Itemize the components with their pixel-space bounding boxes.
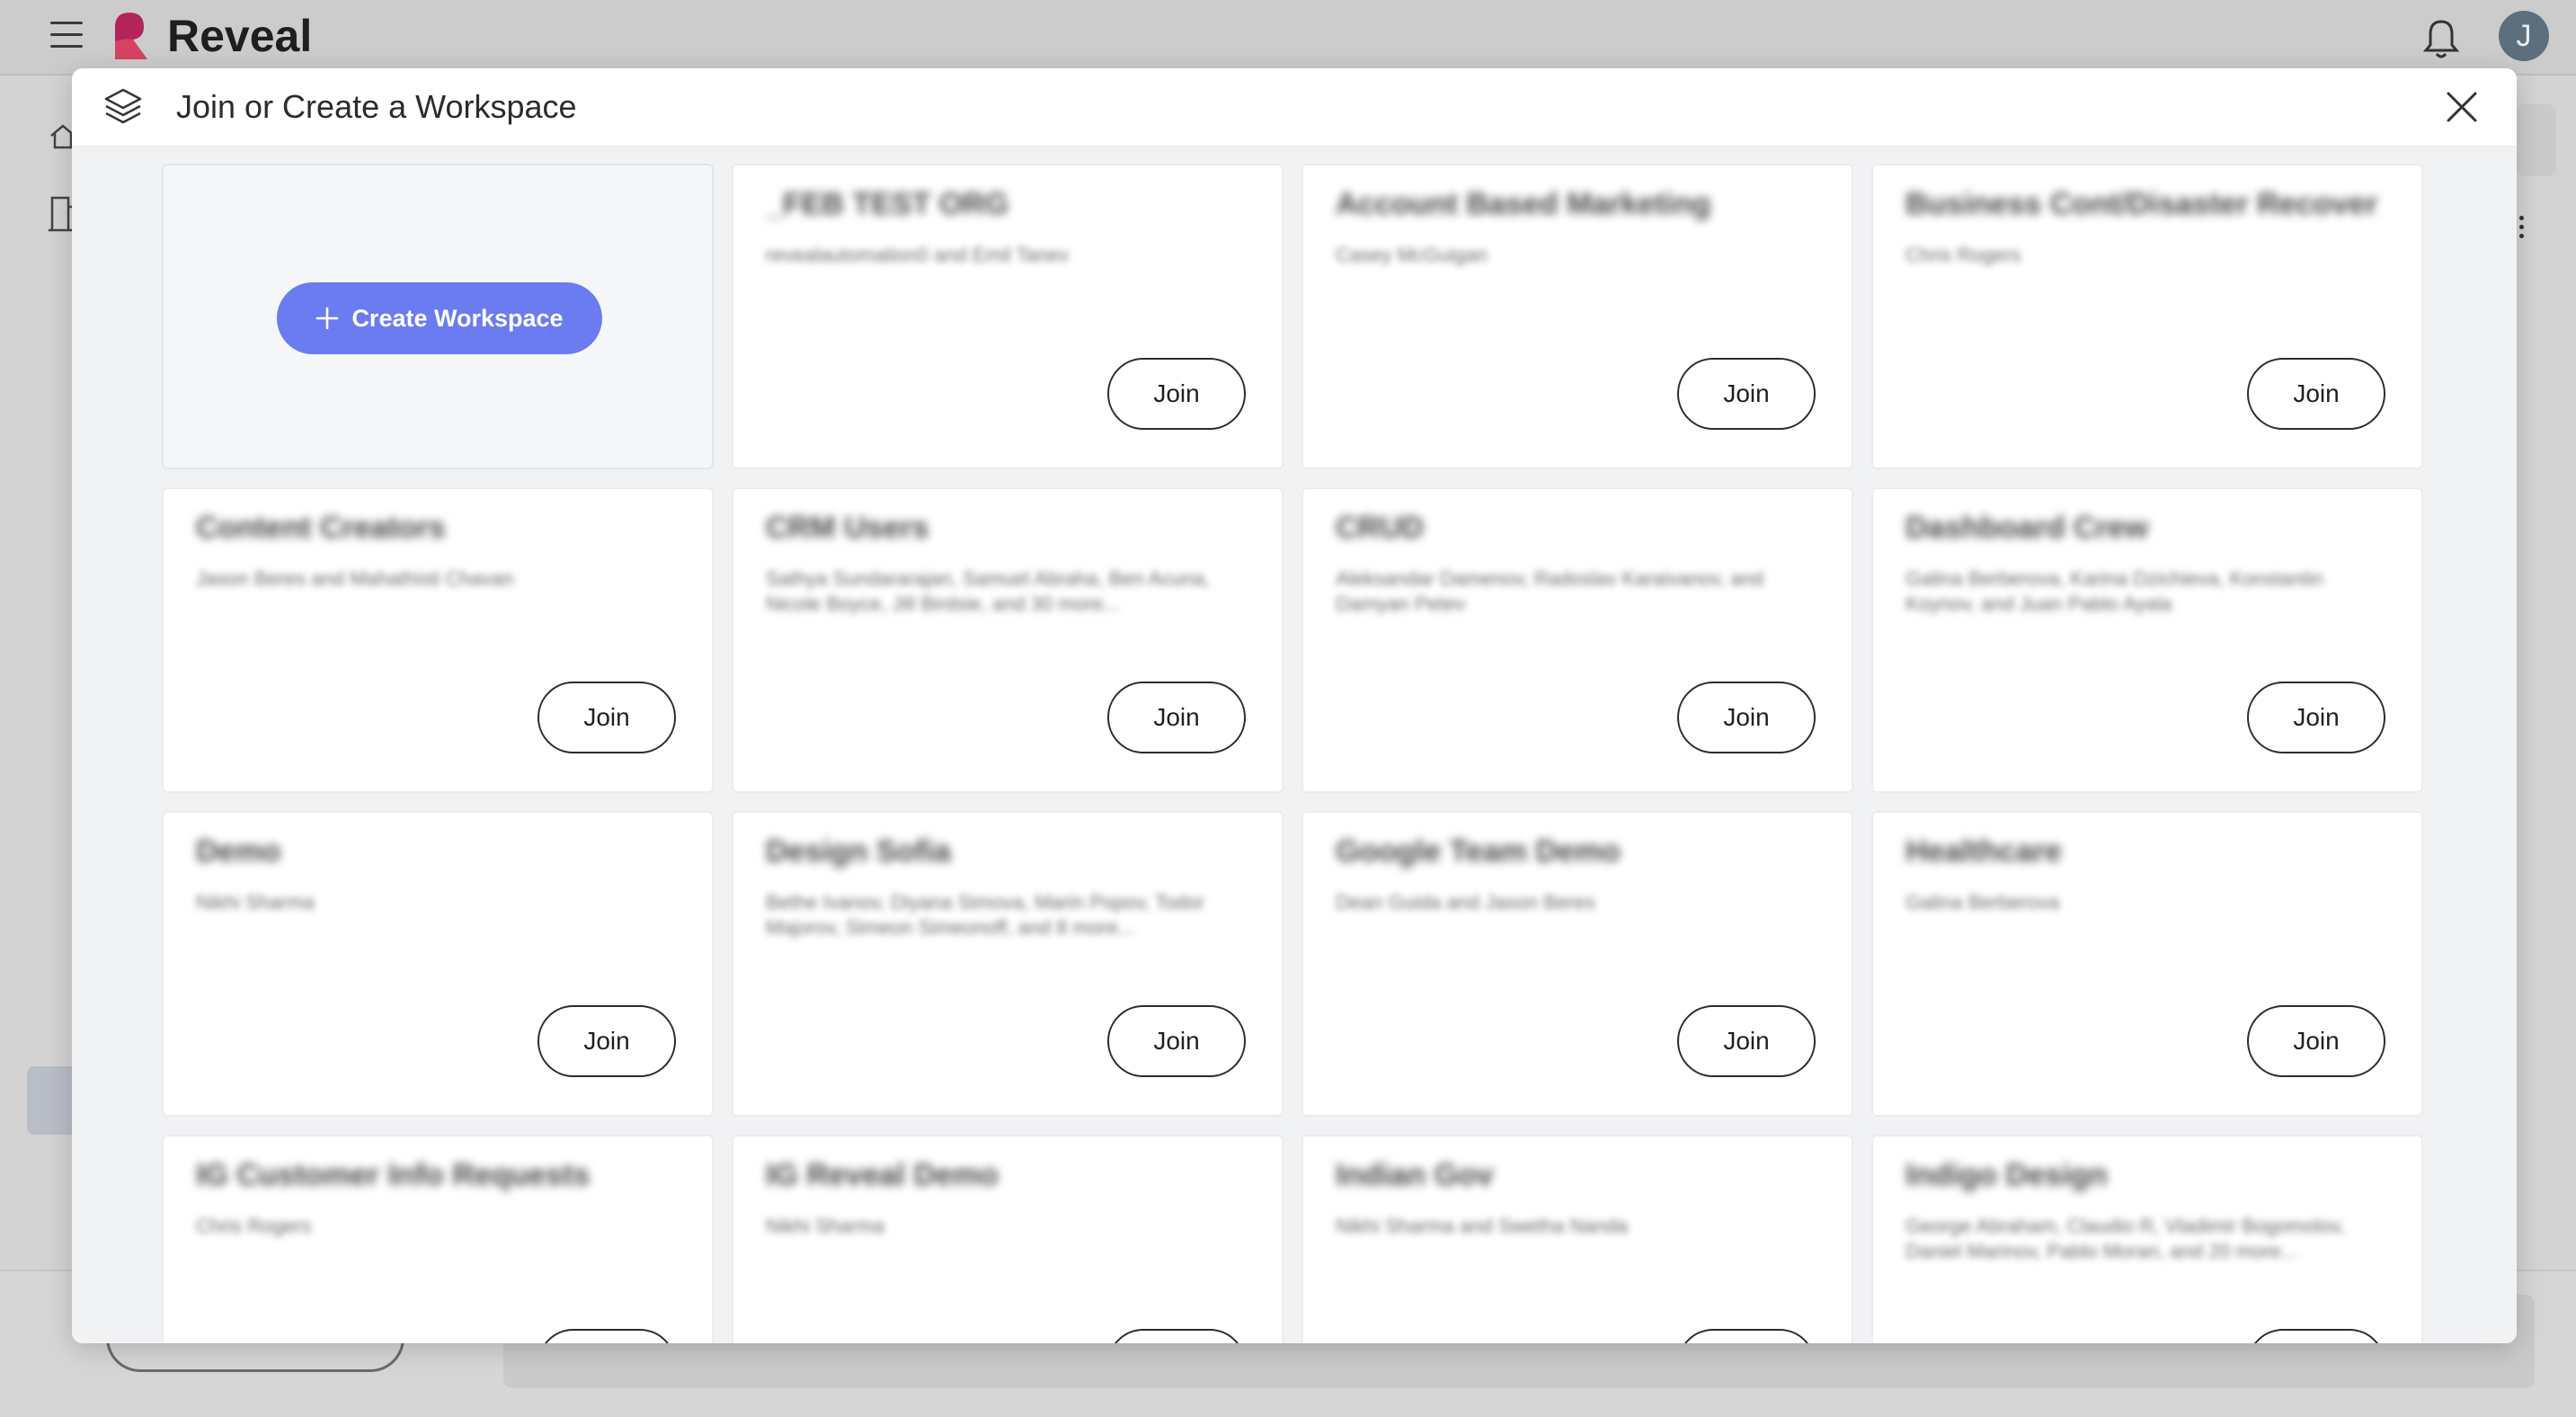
workspace-card: Design Sofia Bethe Ivanov, Diyana Simova,… [732, 811, 1284, 1117]
workspace-name: Indian Gov [1336, 1158, 1494, 1192]
workspace-name: IG Customer Info Requests [196, 1158, 591, 1192]
workspace-members: Dean Guida and Jason Beres [1336, 891, 1595, 913]
user-avatar[interactable]: J [2499, 11, 2549, 61]
workspace-members: Nikhi Sharma and Swetha Nanda [1336, 1215, 1629, 1237]
workspace-name: IG Reveal Demo [766, 1158, 999, 1192]
workspace-card: IG Customer Info Requests Chris Rogers Joi… [162, 1135, 714, 1343]
workspace-card: Demo Nikhi Sharma Join [162, 811, 714, 1117]
workspace-name: Content Creators [196, 511, 446, 545]
workspace-members: Casey McGuigan [1336, 244, 1488, 266]
join-button[interactable]: Join [537, 1329, 676, 1343]
create-workspace-card: Create Workspace [162, 164, 714, 469]
workspace-card: IG Reveal Demo Nikhi Sharma Join [732, 1135, 1284, 1343]
workspace-card: Healthcare Galina Berberova Join [1871, 811, 2423, 1117]
workspace-members: Aleksandar Damenov, Radoslav Karaivanov,… [1336, 567, 1764, 615]
join-button[interactable]: Join [1107, 358, 1246, 430]
workspace-card: Indigo Design George Abraham, Claudio R, … [1871, 1135, 2423, 1343]
workspace-members: Jason Beres and Mahathisti Chavan [196, 567, 514, 590]
join-button[interactable]: Join [1107, 1329, 1246, 1343]
workspace-name: _FEB TEST ORG [766, 187, 1009, 221]
plus-icon [316, 307, 339, 330]
more-options-icon [2517, 216, 2527, 243]
workspace-name: Google Team Demo [1336, 834, 1621, 869]
join-button[interactable]: Join [537, 1005, 676, 1077]
app-name: Reveal [167, 11, 313, 61]
workspace-card: Indian Gov Nikhi Sharma and Swetha Nanda J… [1301, 1135, 1853, 1343]
workspace-name: Design Sofia [766, 834, 951, 869]
join-button[interactable]: Join [2247, 1329, 2385, 1343]
join-button[interactable]: Join [1677, 1329, 1816, 1343]
workspace-name: Business Cont/Disaster Recover [1905, 187, 2378, 221]
menu-icon[interactable] [50, 22, 83, 49]
join-button[interactable]: Join [1677, 1005, 1816, 1077]
workspace-name: CRM Users [766, 511, 929, 545]
workspace-members: Sathya Sundararajan, Samuel Abraha, Ben … [766, 567, 1211, 615]
workspace-name: Demo [196, 834, 281, 869]
workspace-members: Galina Berberova, Karina Dzichieva, Kons… [1905, 567, 2323, 615]
create-workspace-button[interactable]: Create Workspace [277, 282, 602, 354]
join-button[interactable]: Join [1677, 358, 1816, 430]
workspace-name: Account Based Marketing [1336, 187, 1711, 221]
workspace-name: Indigo Design [1905, 1158, 2108, 1192]
workspace-members: Nikhi Sharma [196, 891, 315, 913]
join-button[interactable]: Join [1107, 682, 1246, 753]
join-button[interactable]: Join [2247, 1005, 2385, 1077]
workspace-card: Google Team Demo Dean Guida and Jason Ber… [1301, 811, 1853, 1117]
workspace-card: Content Creators Jason Beres and Mahathis… [162, 487, 714, 793]
notification-bell-icon[interactable] [2421, 16, 2461, 59]
join-button[interactable]: Join [1107, 1005, 1246, 1077]
workspace-card: Dashboard Crew Galina Berberova, Karina D… [1871, 487, 2423, 793]
workspace-card: CRUD Aleksandar Damenov, Radoslav Karaiva… [1301, 487, 1853, 793]
workspace-members: Chris Rogers [196, 1215, 312, 1237]
create-workspace-label: Create Workspace [351, 304, 564, 332]
workspace-list[interactable]: Create Workspace _FEB TEST ORG revealauto… [72, 147, 2517, 1343]
workspace-card: CRM Users Sathya Sundararajan, Samuel Abr… [732, 487, 1284, 793]
workspace-modal: Join or Create a Workspace Create Worksp… [72, 68, 2517, 1343]
workspace-card: _FEB TEST ORG revealautomation0 and Emil … [732, 164, 1284, 469]
workspace-members: Galina Berberova [1905, 891, 2060, 913]
workspace-name: CRUD [1336, 511, 1425, 545]
close-icon[interactable] [2445, 90, 2479, 124]
join-button[interactable]: Join [1677, 682, 1816, 753]
workspace-name: Healthcare [1905, 834, 2062, 869]
join-button[interactable]: Join [537, 682, 676, 753]
top-app-bar: Reveal J [0, 0, 2576, 76]
modal-header: Join or Create a Workspace [72, 68, 2517, 147]
reveal-logo-icon [115, 13, 147, 59]
modal-title: Join or Create a Workspace [176, 88, 577, 125]
background-card [2517, 104, 2556, 176]
join-button[interactable]: Join [2247, 682, 2385, 753]
workspace-members: Chris Rogers [1905, 244, 2021, 266]
workspace-card: Business Cont/Disaster Recover Chris Roge… [1871, 164, 2423, 469]
workspace-members: George Abraham, Claudio R, Vladimir Bogo… [1905, 1215, 2345, 1262]
layers-icon [104, 88, 142, 124]
workspace-members: revealautomation0 and Emil Tanev [766, 244, 1070, 266]
workspace-members: Bethe Ivanov, Diyana Simova, Marin Popov… [766, 891, 1204, 939]
workspace-name: Dashboard Crew [1905, 511, 2149, 545]
workspace-members: Nikhi Sharma [766, 1215, 885, 1237]
workspace-card: Account Based Marketing Casey McGuigan Joi… [1301, 164, 1853, 469]
join-button[interactable]: Join [2247, 358, 2385, 430]
